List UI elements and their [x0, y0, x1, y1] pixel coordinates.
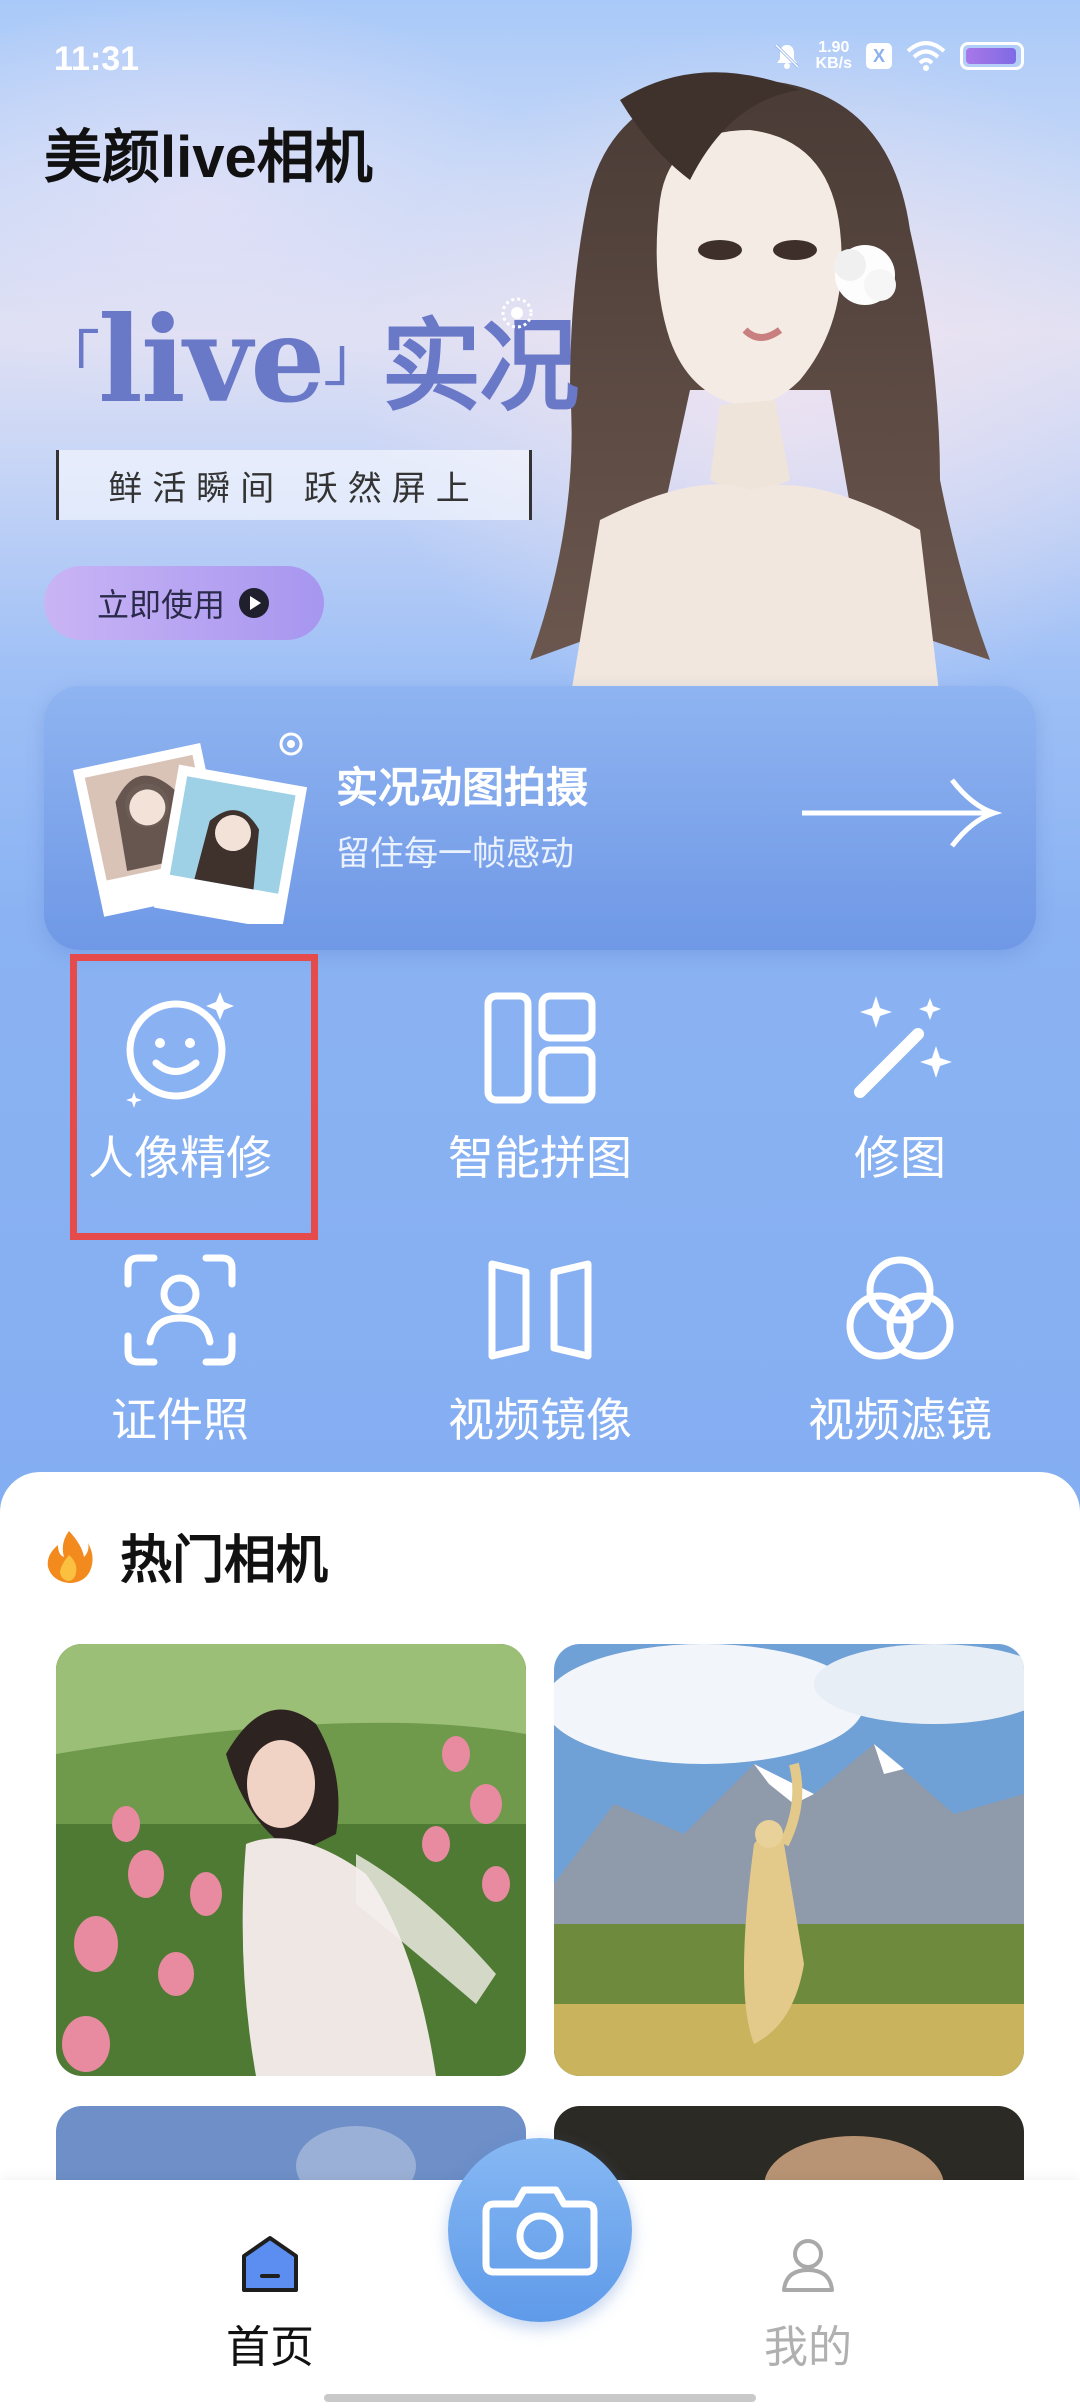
live-photo-icon: [501, 297, 533, 329]
tulip-portrait-image: [56, 1644, 526, 2076]
tool-label: 视频镜像: [448, 1394, 632, 1446]
arrow-right-icon: [802, 778, 1002, 848]
tool-label: 证件照: [111, 1394, 249, 1446]
hot-camera-card-tulip[interactable]: [56, 1644, 526, 2076]
user-icon: [782, 2239, 834, 2292]
tool-photo-edit[interactable]: 修图: [720, 988, 1080, 1228]
tool-label: 视频滤镜: [808, 1394, 992, 1446]
app-title: 美颜live相机: [44, 125, 373, 190]
home-icon: [242, 2236, 298, 2292]
tool-video-filter[interactable]: 视频滤镜: [720, 1250, 1080, 1490]
tool-smart-collage[interactable]: 智能拼图: [360, 988, 720, 1228]
hot-section-header: 热门相机: [44, 1518, 328, 1593]
status-time: 11:31: [54, 40, 140, 78]
live-card-title: 实况动图拍摄: [336, 764, 589, 811]
bracket-left: 「: [40, 325, 100, 395]
nav-mine-label: 我的: [764, 2323, 852, 2372]
live-card-subtitle: 留住每一帧感动: [336, 835, 574, 873]
play-icon: [239, 588, 269, 618]
hot-camera-card-mountain[interactable]: [554, 1644, 1024, 2076]
camera-button[interactable]: [448, 2138, 632, 2322]
hero-title-cn: 实况: [381, 308, 579, 425]
tool-video-mirror[interactable]: 视频镜像: [360, 1250, 720, 1490]
tool-id-photo[interactable]: 证件照: [0, 1250, 360, 1490]
mirror-icon: [488, 1260, 592, 1360]
filter-circles-icon: [846, 1256, 954, 1360]
face-scan-icon: [124, 1254, 236, 1366]
use-now-button[interactable]: 立即使用: [44, 566, 324, 640]
nav-home[interactable]: 首页: [170, 2234, 370, 2375]
magic-wand-icon: [854, 996, 952, 1098]
mountain-portrait-image: [554, 1644, 1024, 2076]
collage-layout-icon: [484, 992, 596, 1104]
home-indicator: [324, 2394, 756, 2402]
hero-title-latin: live: [98, 290, 325, 429]
photo-stack-image: [72, 732, 308, 924]
tool-label: 修图: [854, 1132, 946, 1184]
fire-icon: [47, 1530, 93, 1583]
bracket-right: 」: [323, 325, 383, 395]
live-capture-card[interactable]: 实况动图拍摄 留住每一帧感动: [44, 686, 1036, 950]
hero-title: 「live」实况: [40, 300, 579, 427]
hero-subtitle: 鲜活瞬间 跃然屏上: [56, 450, 532, 520]
tool-label: 智能拼图: [448, 1132, 632, 1184]
highlight-box: [70, 954, 318, 1240]
camera-icon: [482, 2186, 598, 2276]
network-speed-value: 1.90: [818, 39, 850, 56]
hot-section-title: 热门相机: [120, 1532, 329, 1590]
nav-home-label: 首页: [226, 2323, 314, 2372]
nav-mine[interactable]: 我的: [708, 2234, 908, 2375]
hot-cameras-panel: 热门相机: [0, 1472, 1080, 2206]
use-now-label: 立即使用: [96, 587, 225, 623]
